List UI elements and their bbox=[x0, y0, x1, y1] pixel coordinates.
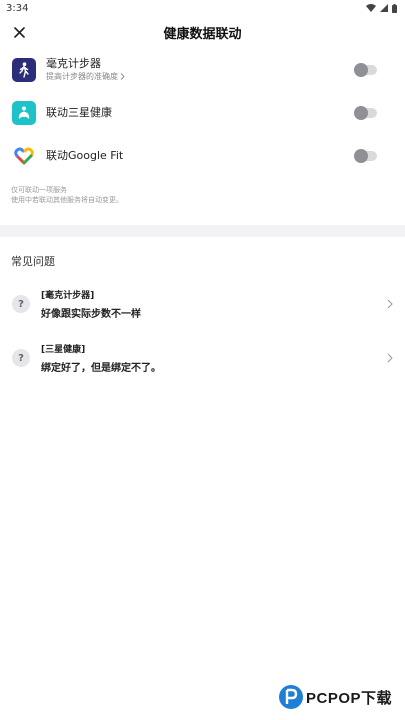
link-item-samsung-health[interactable]: 联动三星健康 bbox=[12, 91, 393, 134]
note-line-2: 使用中若联动其他服务将自动变更。 bbox=[11, 196, 123, 204]
toggle-knob bbox=[354, 105, 368, 120]
link-note: 仅可联动一项服务 使用中若联动其他服务将自动变更。 bbox=[0, 177, 405, 207]
close-icon bbox=[13, 26, 25, 38]
close-button[interactable] bbox=[8, 21, 30, 43]
samsung-health-icon bbox=[12, 100, 36, 125]
faq-title: 常见问题 bbox=[11, 255, 55, 268]
faq-tag: [三星健康] bbox=[41, 345, 86, 355]
chevron-right-icon bbox=[387, 299, 393, 309]
link-item-google-fit[interactable]: 联动Google Fit bbox=[12, 134, 393, 177]
faq-tag: [毫克计步器] bbox=[41, 291, 95, 301]
wifi-icon bbox=[366, 4, 376, 12]
toggle-pedometer[interactable] bbox=[354, 62, 377, 77]
toggle-knob bbox=[354, 62, 368, 77]
status-bar: 3:34 bbox=[0, 0, 405, 16]
signal-icon bbox=[380, 4, 388, 12]
pcpop-logo-icon bbox=[279, 685, 303, 709]
faq-item[interactable]: ? [三星健康] 绑定好了，但是绑定不了。 bbox=[0, 331, 405, 385]
app-header: 健康数据联动 bbox=[0, 16, 405, 48]
link-item-pedometer[interactable]: 毫克计步器 提高计步器的准确度 bbox=[12, 48, 393, 91]
question-mark-icon: ? bbox=[12, 349, 30, 367]
link-sub-label: 提高计步器的准确度 bbox=[46, 72, 118, 81]
status-icons bbox=[366, 3, 397, 13]
watermark-text: PCPOP下载 bbox=[306, 689, 393, 707]
link-name: 毫克计步器 bbox=[46, 57, 101, 70]
faq-question: 好像跟实际步数不一样 bbox=[41, 309, 141, 320]
status-time: 3:34 bbox=[6, 2, 29, 14]
question-mark-icon: ? bbox=[12, 295, 30, 313]
link-list: 毫克计步器 提高计步器的准确度 联动三星健康 联动Google Fit bbox=[0, 48, 405, 177]
toggle-google-fit[interactable] bbox=[354, 148, 377, 163]
note-line-1: 仅可联动一项服务 bbox=[11, 186, 67, 194]
battery-icon bbox=[392, 3, 397, 13]
google-fit-icon bbox=[12, 143, 36, 168]
accuracy-link[interactable]: 提高计步器的准确度 bbox=[46, 71, 125, 82]
link-name: 联动Google Fit bbox=[46, 148, 124, 162]
toggle-samsung-health[interactable] bbox=[354, 105, 377, 120]
page-title: 健康数据联动 bbox=[163, 26, 242, 42]
faq-question: 绑定好了，但是绑定不了。 bbox=[41, 363, 161, 374]
link-name: 联动三星健康 bbox=[46, 105, 112, 119]
chevron-right-icon bbox=[387, 353, 393, 363]
toggle-knob bbox=[354, 148, 368, 163]
section-divider bbox=[0, 225, 405, 237]
watermark-logo: PCPOP下载 bbox=[278, 684, 392, 710]
walking-person-icon bbox=[12, 57, 36, 82]
chevron-right-icon bbox=[120, 73, 125, 80]
faq-item[interactable]: ? [毫克计步器] 好像跟实际步数不一样 bbox=[0, 277, 405, 331]
